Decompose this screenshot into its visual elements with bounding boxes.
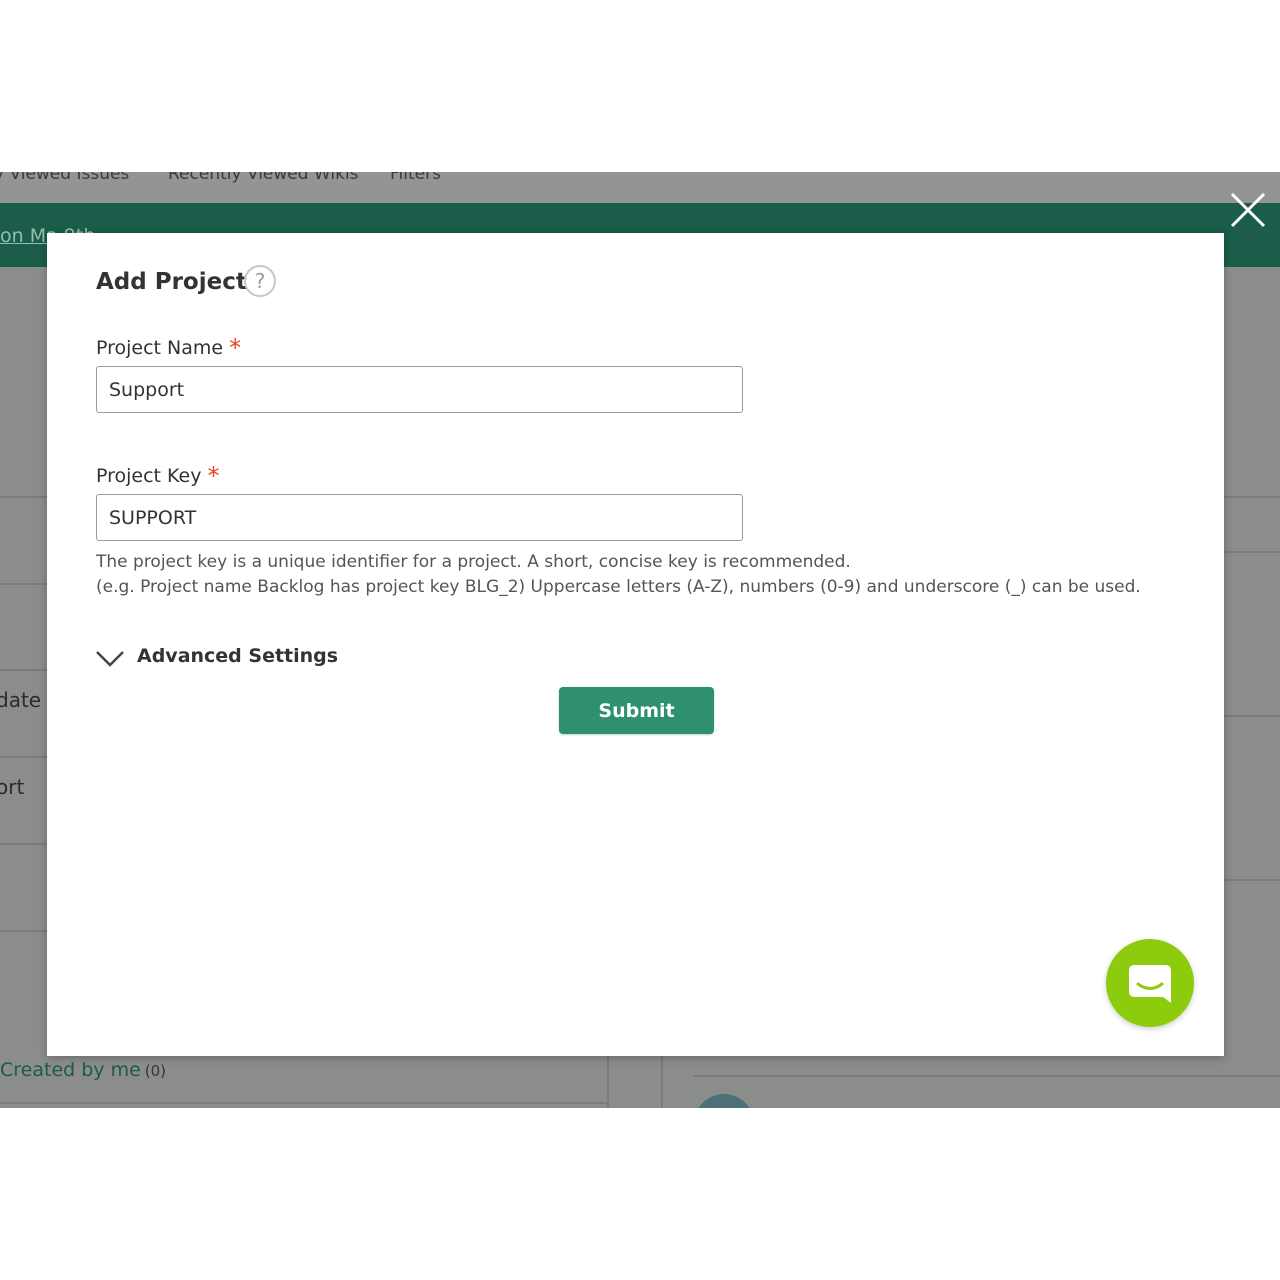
project-key-hint-line1: The project key is a unique identifier f… bbox=[96, 552, 851, 572]
help-icon[interactable]: ? bbox=[244, 265, 276, 297]
project-key-input[interactable] bbox=[96, 494, 743, 541]
advanced-settings-label: Advanced Settings bbox=[137, 645, 339, 667]
chat-icon bbox=[1129, 965, 1171, 1003]
submit-button[interactable]: Submit bbox=[559, 687, 714, 734]
background-nav-item: Filters bbox=[390, 172, 441, 184]
created-by-me-label: Created by me bbox=[0, 1059, 141, 1081]
chat-launcher-button[interactable] bbox=[1106, 939, 1194, 1027]
background-nav-item: Recently Viewed Wikis bbox=[168, 172, 359, 184]
project-name-label-text: Project Name bbox=[96, 337, 224, 359]
project-key-label-text: Project Key bbox=[96, 465, 202, 487]
divider bbox=[693, 1075, 1280, 1077]
project-key-label: Project Key * bbox=[96, 460, 220, 490]
required-mark: * bbox=[229, 334, 242, 362]
background-label: date bbox=[0, 688, 42, 712]
project-name-input[interactable] bbox=[96, 366, 743, 413]
background-top-nav: y Viewed Issues Recently Viewed Wikis Fi… bbox=[0, 172, 1280, 203]
background-nav-item: y Viewed Issues bbox=[0, 172, 130, 184]
project-key-hint-line2: (e.g. Project name Backlog has project k… bbox=[96, 577, 1141, 597]
project-name-label: Project Name * bbox=[96, 332, 242, 362]
chevron-down-icon bbox=[96, 651, 124, 667]
background-label: ort bbox=[0, 775, 25, 799]
add-project-dialog: Add Project ? Project Name* Project Key*… bbox=[47, 233, 1224, 1056]
close-icon[interactable] bbox=[1228, 190, 1268, 230]
divider bbox=[0, 1102, 608, 1104]
created-by-me-link: Created by me (0) bbox=[0, 1059, 166, 1081]
dialog-title: Add Project bbox=[96, 269, 247, 295]
required-mark: * bbox=[207, 462, 220, 490]
created-by-me-count: (0) bbox=[144, 1062, 167, 1080]
project-key-hint: The project key is a unique identifier f… bbox=[96, 550, 1141, 600]
